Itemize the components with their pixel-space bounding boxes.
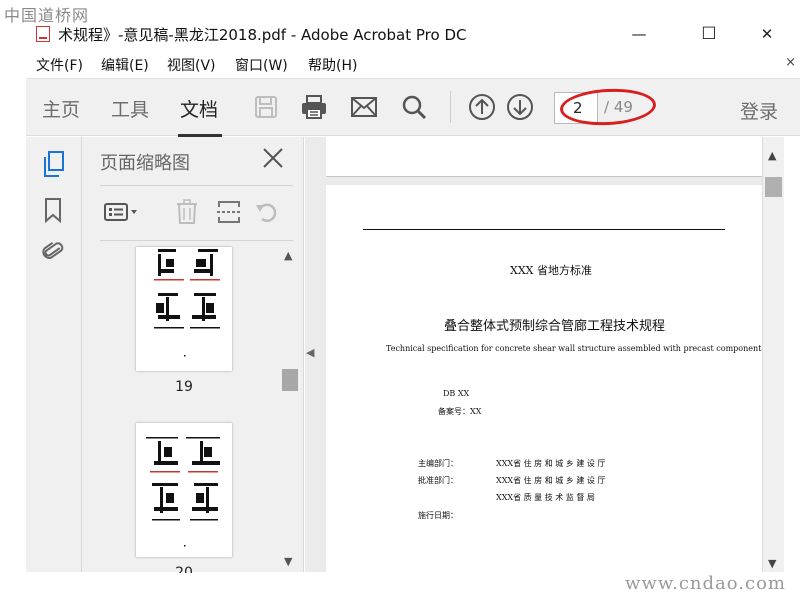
scrollbar-thumb[interactable] bbox=[282, 369, 298, 391]
scroll-up-arrow[interactable]: ▲ bbox=[768, 149, 776, 162]
navigation-rail bbox=[26, 137, 82, 572]
scroll-up-arrow[interactable]: ▲ bbox=[284, 249, 292, 262]
doc-title-cn: 叠合整体式预制综合管廊工程技术规程 bbox=[444, 319, 666, 334]
panel-title: 页面缩略图 bbox=[100, 153, 190, 174]
attachment-icon[interactable] bbox=[39, 237, 67, 267]
thumbnail-page-label: 19 bbox=[175, 379, 193, 395]
panel-close-icon[interactable] bbox=[262, 147, 284, 169]
menu-file[interactable]: 文件(F) bbox=[36, 55, 83, 75]
close-document-button[interactable]: × bbox=[785, 55, 796, 70]
login-button[interactable]: 登录 bbox=[740, 97, 778, 124]
document-page: XXX 省地方标准 叠合整体式预制综合管廊工程技术规程 Technical sp… bbox=[326, 185, 766, 585]
thumbnail-page-label: 20 bbox=[175, 565, 193, 573]
page-thumbnail[interactable] bbox=[136, 247, 232, 371]
next-page-icon[interactable] bbox=[504, 91, 536, 123]
menu-bar: 文件(F) 编辑(E) 视图(V) 窗口(W) 帮助(H) × bbox=[0, 52, 800, 76]
tab-home[interactable]: 主页 bbox=[42, 95, 80, 122]
doc-editor-value: XXX省 住 房 和 城 乡 建 设 厅 bbox=[496, 459, 606, 468]
previous-page-icon[interactable] bbox=[466, 91, 498, 123]
tab-tools[interactable]: 工具 bbox=[111, 95, 149, 122]
search-icon[interactable] bbox=[398, 91, 430, 123]
watermark-bottom: www.cndao.com bbox=[625, 573, 786, 594]
bookmark-icon[interactable] bbox=[39, 195, 67, 225]
title-bar: 术规程》-意见稿-黑龙江2018.pdf - Adobe Acrobat Pro… bbox=[0, 20, 800, 48]
doc-approve-label: 批准部门： bbox=[418, 476, 458, 485]
doc-approve-value-2: XXX省 质 量 技 术 监 督 局 bbox=[496, 493, 595, 502]
previous-page-bottom bbox=[326, 137, 762, 177]
scroll-down-arrow[interactable]: ▼ bbox=[768, 557, 776, 570]
toolbar-separator bbox=[450, 91, 451, 123]
collapse-panel-arrow[interactable]: ◀ bbox=[306, 346, 314, 359]
document-scrollbar[interactable]: ▲ ▼ bbox=[762, 137, 784, 572]
scroll-down-arrow[interactable]: ▼ bbox=[284, 555, 292, 568]
mail-icon[interactable] bbox=[348, 91, 380, 123]
menu-view[interactable]: 视图(V) bbox=[167, 55, 216, 75]
close-button[interactable]: ✕ bbox=[744, 20, 790, 48]
doc-date-label: 施行日期： bbox=[418, 511, 458, 520]
doc-approve-value: XXX省 住 房 和 城 乡 建 设 厅 bbox=[496, 476, 606, 485]
pdf-file-icon bbox=[36, 26, 50, 42]
page-thumbnails-panel: 页面缩略图 19 20 ▲ ▼ bbox=[82, 137, 304, 573]
options-menu-icon[interactable] bbox=[102, 195, 142, 229]
panel-divider bbox=[100, 185, 293, 186]
save-icon[interactable] bbox=[250, 91, 282, 123]
doc-title-en: Technical specification for concrete she… bbox=[386, 344, 766, 353]
page-thumbnail[interactable] bbox=[136, 423, 232, 557]
menu-help[interactable]: 帮助(H) bbox=[308, 55, 357, 75]
thumbnails-scrollbar[interactable]: ▲ ▼ bbox=[280, 247, 300, 572]
doc-editor-label: 主编部门： bbox=[418, 459, 458, 468]
minimize-button[interactable]: — bbox=[616, 20, 662, 48]
tab-document[interactable]: 文档 bbox=[180, 95, 218, 122]
doc-db-number: DB XX bbox=[443, 389, 470, 398]
menu-window[interactable]: 窗口(W) bbox=[235, 55, 288, 75]
doc-standard-header: XXX 省地方标准 bbox=[510, 264, 592, 277]
maximize-button[interactable]: ☐ bbox=[686, 20, 732, 48]
panel-divider bbox=[100, 240, 293, 241]
page-thumbnails-icon[interactable] bbox=[39, 149, 67, 179]
print-icon[interactable] bbox=[298, 91, 330, 123]
delete-icon[interactable] bbox=[170, 195, 204, 229]
window-title: 术规程》-意见稿-黑龙江2018.pdf - Adobe Acrobat Pro… bbox=[58, 26, 467, 44]
doc-record-number: 备案号：XX bbox=[438, 407, 482, 416]
rotate-icon[interactable] bbox=[250, 195, 284, 229]
header-rule bbox=[363, 229, 725, 230]
main-toolbar: 主页 工具 文档 2 / 49 登录 bbox=[26, 78, 800, 137]
menu-edit[interactable]: 编辑(E) bbox=[101, 55, 149, 75]
watermark-top: 中国道桥网 bbox=[4, 6, 90, 25]
scrollbar-thumb[interactable] bbox=[765, 177, 782, 197]
extract-pages-icon[interactable] bbox=[212, 195, 246, 229]
